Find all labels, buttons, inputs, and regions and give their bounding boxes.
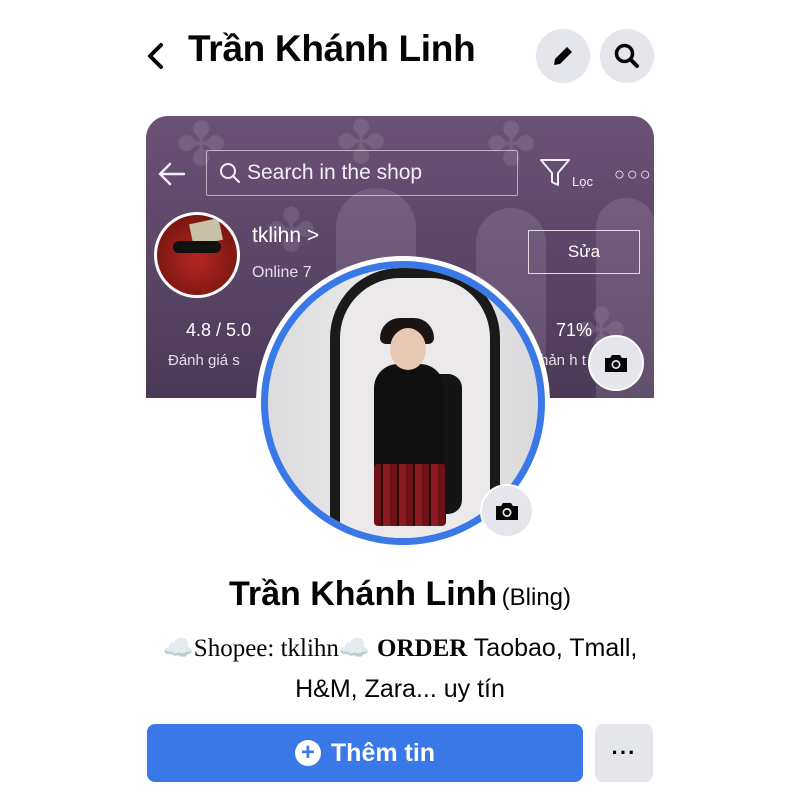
profile-name-line: Trần Khánh Linh (Bling) [0,575,800,614]
back-button[interactable] [138,38,174,74]
photo-figure-head [390,328,426,370]
camera-icon [496,503,518,520]
shop-rating-value: 4.8 / 5.0 [186,320,252,340]
camera-icon [605,355,627,372]
search-button[interactable] [600,29,654,83]
edit-button[interactable] [536,29,590,83]
shop-edit-button: Sửa [528,230,640,274]
chevron-left-icon [148,43,163,69]
add-story-label: Thêm tin [330,738,436,767]
photo-figure-skirt [374,464,446,526]
add-story-button[interactable]: + Thêm tin [147,724,583,782]
page-title: Trần Khánh Linh [188,28,476,69]
shop-response-label: hản h t [540,352,586,369]
search-icon [220,163,240,183]
bio-shopee: ☁️Shopee: tklihn☁️ [162,635,371,662]
shop-avatar [154,212,240,298]
pencil-icon [554,47,572,65]
more-options-button[interactable]: ··· [595,724,653,782]
more-dots-icon: ○○○ [614,164,653,184]
edit-profile-photo-button[interactable] [480,484,534,538]
photo-figure-top [374,364,444,474]
shop-name: tklihn > [252,224,320,247]
bio-line2: H&M, Zara... uy tín [295,675,505,703]
sunglasses-shape [173,241,221,253]
shop-online-status: Online 7 [252,264,312,281]
shop-rating-label: Đánh giá s [168,352,240,369]
filter-label: Lọc [572,174,593,189]
search-icon [614,43,639,68]
profile-bio: ☁️Shopee: tklihn☁️ ORDER Taobao, Tmall, … [130,628,670,709]
bio-order: ORDER [377,635,468,662]
arrow-left-icon [158,162,186,186]
plus-circle-icon: + [294,740,321,766]
alternate-name: (Bling) [501,584,572,611]
shop-response-value: 71% [556,320,593,340]
edit-cover-photo-button[interactable] [588,335,644,391]
filter-icon [540,159,570,186]
shop-search-placeholder: Search in the shop [247,161,423,184]
bio-line1-rest: Taobao, Tmall, [467,634,638,662]
filter-control: Lọc [538,156,598,196]
more-dots-icon: ··· [611,740,637,765]
profile-name: Trần Khánh Linh [228,575,498,613]
shop-search-field: Search in the shop [206,150,518,196]
